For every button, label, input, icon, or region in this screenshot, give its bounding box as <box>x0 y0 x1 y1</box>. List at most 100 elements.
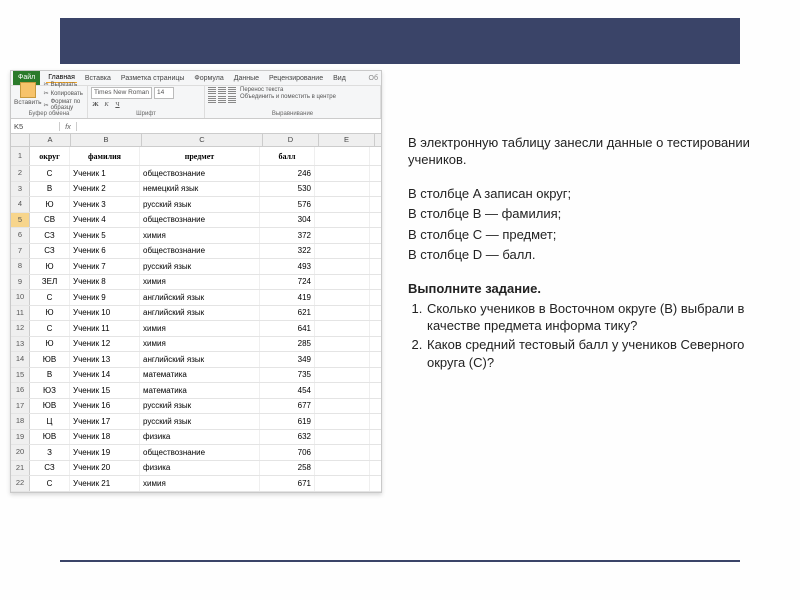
cell[interactable]: 677 <box>260 399 315 414</box>
cell[interactable]: 530 <box>260 182 315 197</box>
row-number[interactable]: 8 <box>11 259 30 274</box>
cell[interactable]: химия <box>140 337 260 352</box>
cell[interactable]: округ <box>30 147 70 165</box>
cell[interactable]: 576 <box>260 197 315 212</box>
cell[interactable]: математика <box>140 368 260 383</box>
cell[interactable]: 419 <box>260 290 315 305</box>
cell[interactable]: английский язык <box>140 306 260 321</box>
cell[interactable]: химия <box>140 228 260 243</box>
row-number[interactable]: 20 <box>11 445 30 460</box>
col-header-A[interactable]: A <box>30 134 71 146</box>
cell[interactable] <box>315 399 370 414</box>
cell[interactable]: 641 <box>260 321 315 336</box>
cell[interactable]: обществознание <box>140 244 260 259</box>
cell[interactable]: ЮВ <box>30 430 70 445</box>
cell[interactable]: 632 <box>260 430 315 445</box>
cell[interactable]: русский язык <box>140 259 260 274</box>
cell[interactable]: 454 <box>260 383 315 398</box>
cell[interactable]: 706 <box>260 445 315 460</box>
cell[interactable]: ЗЕЛ <box>30 275 70 290</box>
cell[interactable]: английский язык <box>140 290 260 305</box>
cell[interactable]: Ученик 14 <box>70 368 140 383</box>
cell[interactable]: С <box>30 321 70 336</box>
cell[interactable]: 322 <box>260 244 315 259</box>
cell[interactable] <box>315 197 370 212</box>
cell[interactable] <box>315 383 370 398</box>
cell[interactable] <box>315 275 370 290</box>
row-number[interactable]: 3 <box>11 182 30 197</box>
cell[interactable]: Ученик 6 <box>70 244 140 259</box>
cell[interactable] <box>315 244 370 259</box>
cell[interactable]: немецкий язык <box>140 182 260 197</box>
row-number[interactable]: 1 <box>11 147 30 165</box>
col-header-B[interactable]: B <box>71 134 142 146</box>
cell[interactable]: 285 <box>260 337 315 352</box>
font-name-select[interactable]: Times New Roman <box>91 87 152 99</box>
cell[interactable]: Ученик 8 <box>70 275 140 290</box>
cell[interactable]: C <box>30 166 70 181</box>
row-number[interactable]: 14 <box>11 352 30 367</box>
cell[interactable]: СВ <box>30 213 70 228</box>
cell[interactable] <box>315 461 370 476</box>
row-number[interactable]: 16 <box>11 383 30 398</box>
cell[interactable]: Ученик 10 <box>70 306 140 321</box>
copy-cmd[interactable]: Копировать <box>44 90 84 97</box>
cell[interactable]: СЗ <box>30 461 70 476</box>
cell[interactable]: обществознание <box>140 445 260 460</box>
row-number[interactable]: 21 <box>11 461 30 476</box>
cell[interactable]: 724 <box>260 275 315 290</box>
cell[interactable]: химия <box>140 476 260 491</box>
cell[interactable]: С <box>30 290 70 305</box>
col-header-E[interactable]: E <box>319 134 375 146</box>
cell[interactable] <box>315 166 370 181</box>
cell[interactable]: Ц <box>30 414 70 429</box>
underline-button[interactable]: Ч <box>113 100 122 109</box>
col-header-C[interactable]: C <box>142 134 263 146</box>
cell[interactable]: С <box>30 476 70 491</box>
cell[interactable]: химия <box>140 321 260 336</box>
cell[interactable]: Ученик 20 <box>70 461 140 476</box>
cell[interactable]: химия <box>140 275 260 290</box>
ribbon-tab[interactable]: Вставка <box>83 74 113 83</box>
cell[interactable]: Ученик 21 <box>70 476 140 491</box>
cell[interactable]: Ученик 3 <box>70 197 140 212</box>
cell[interactable]: 619 <box>260 414 315 429</box>
cell[interactable] <box>315 259 370 274</box>
row-number[interactable]: 5 <box>11 213 30 228</box>
cell[interactable]: В <box>30 368 70 383</box>
cell[interactable]: математика <box>140 383 260 398</box>
cell[interactable] <box>315 321 370 336</box>
font-size-select[interactable]: 14 <box>154 87 174 99</box>
cell[interactable]: 349 <box>260 352 315 367</box>
row-number[interactable]: 11 <box>11 306 30 321</box>
select-all-corner[interactable] <box>11 134 30 146</box>
cell[interactable]: Ю <box>30 306 70 321</box>
cell[interactable]: фамилия <box>70 147 140 165</box>
row-number[interactable]: 13 <box>11 337 30 352</box>
cell[interactable]: Ученик 2 <box>70 182 140 197</box>
cell[interactable]: Ученик 15 <box>70 383 140 398</box>
cell[interactable]: Ю <box>30 259 70 274</box>
cell[interactable]: З <box>30 445 70 460</box>
cell[interactable]: ЮЗ <box>30 383 70 398</box>
cell[interactable]: 621 <box>260 306 315 321</box>
cell[interactable] <box>315 445 370 460</box>
paste-label[interactable]: Вставить <box>14 99 42 106</box>
cell[interactable]: обществознание <box>140 166 260 181</box>
row-number[interactable]: 17 <box>11 399 30 414</box>
format-painter-cmd[interactable]: Формат по образцу <box>44 99 84 111</box>
cell[interactable]: Ю <box>30 337 70 352</box>
cell[interactable] <box>315 476 370 491</box>
italic-button[interactable]: К <box>102 100 111 109</box>
row-number[interactable]: 7 <box>11 244 30 259</box>
row-number[interactable]: 19 <box>11 430 30 445</box>
cell[interactable]: Ученик 12 <box>70 337 140 352</box>
name-box[interactable]: K5 <box>11 122 60 131</box>
col-header-D[interactable]: D <box>263 134 319 146</box>
cell[interactable]: обществознание <box>140 213 260 228</box>
cell[interactable]: Ученик 17 <box>70 414 140 429</box>
row-number[interactable]: 12 <box>11 321 30 336</box>
ribbon-tab[interactable]: Рецензирование <box>267 74 325 83</box>
cell[interactable]: Ученик 5 <box>70 228 140 243</box>
cell[interactable]: СЗ <box>30 244 70 259</box>
